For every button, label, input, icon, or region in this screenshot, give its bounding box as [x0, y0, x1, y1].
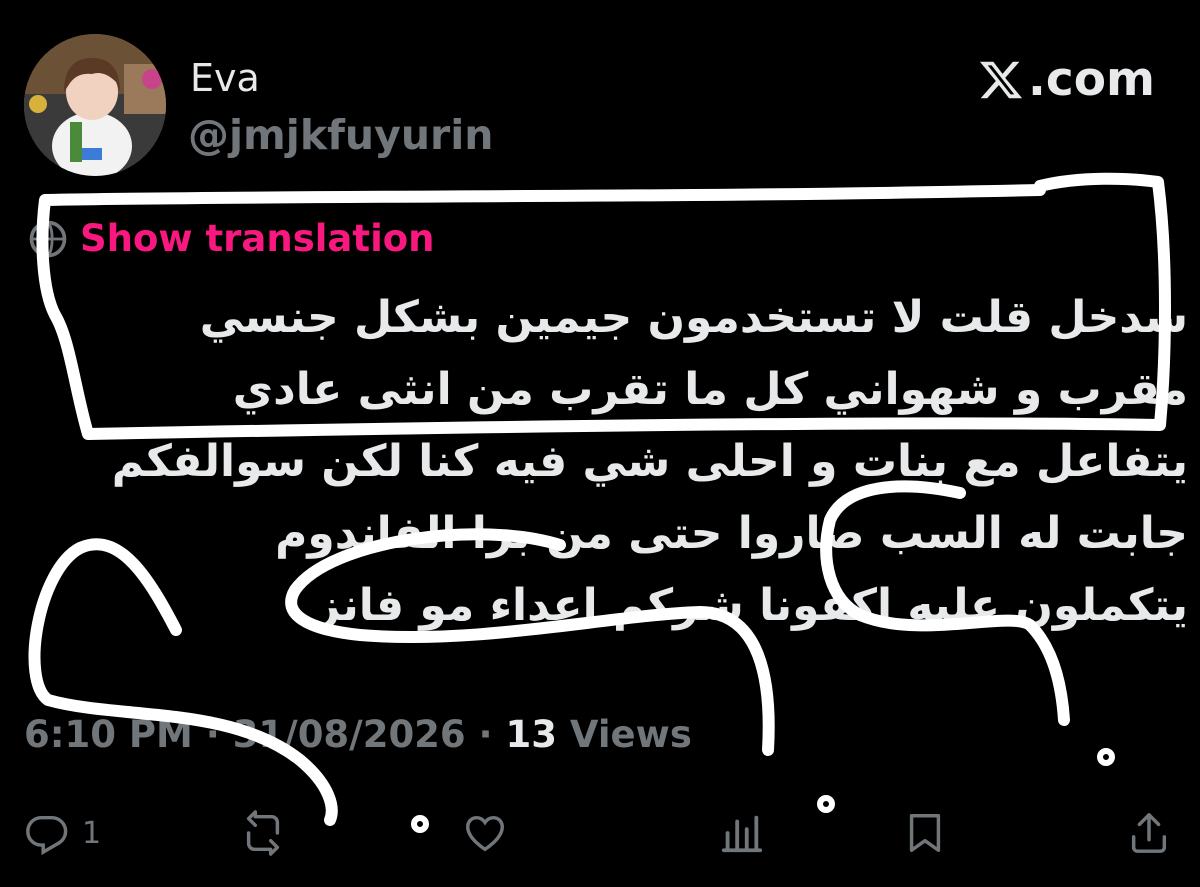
author-display-name[interactable]: Eva — [190, 56, 260, 100]
tweet-text: شدخل قلت لا تستخدمون جيمين بشكل جنسي مقر… — [20, 282, 1188, 642]
scribble-dot — [1097, 748, 1115, 766]
action-bar: 1 — [0, 798, 1200, 868]
author-avatar[interactable] — [24, 34, 166, 176]
tweet-text-line: يتفاعل مع بنات و احلى شي فيه كنا لكن سوا… — [111, 436, 1188, 487]
tweet-text-line: شدخل قلت لا تستخدمون جيمين بشكل جنسي — [199, 292, 1188, 343]
like-icon — [466, 815, 504, 852]
views-label: Views — [557, 713, 692, 756]
x-logo-icon — [979, 61, 1023, 99]
translate-row[interactable]: Show translation — [26, 214, 435, 264]
meta-separator: · — [465, 713, 506, 756]
bookmark-icon — [909, 814, 941, 852]
like-button[interactable] — [462, 798, 508, 868]
avatar-photo — [24, 34, 166, 176]
reply-button[interactable]: 1 — [24, 798, 101, 868]
retweet-button[interactable] — [240, 798, 286, 868]
tweet-time[interactable]: 6:10 PM — [24, 713, 193, 756]
tweet-text-line: جابت له السب صاروا حتى من برا الفاندوم — [275, 508, 1188, 559]
analytics-icon — [721, 815, 763, 853]
reply-count: 1 — [82, 815, 102, 851]
tweet-text-line: يتكملون عليه اكفونا شركم اعداء مو فانز — [314, 580, 1188, 631]
translate-globe-icon — [29, 220, 67, 258]
meta-separator: · — [192, 713, 233, 756]
bookmark-button[interactable] — [902, 798, 948, 868]
show-translation-link[interactable]: Show translation — [80, 214, 435, 264]
share-icon — [1131, 813, 1167, 853]
x-brand: .com — [978, 52, 1155, 108]
analytics-button[interactable] — [718, 798, 764, 868]
x-brand-text: .com — [1028, 52, 1155, 107]
reply-icon — [26, 815, 68, 856]
views-count[interactable]: 13 — [506, 713, 558, 756]
tweet-meta: 6:10 PM · 31/08/2026 · 13 Views — [24, 710, 692, 760]
tweet-date[interactable]: 31/08/2026 — [233, 713, 466, 756]
tweet-text-line: مقرب و شهواني كل ما تقرب من انثى عادي — [232, 364, 1188, 415]
share-button[interactable] — [1126, 798, 1172, 868]
author-handle[interactable]: @jmjkfuyurin — [188, 110, 494, 160]
retweet-icon — [246, 810, 280, 856]
